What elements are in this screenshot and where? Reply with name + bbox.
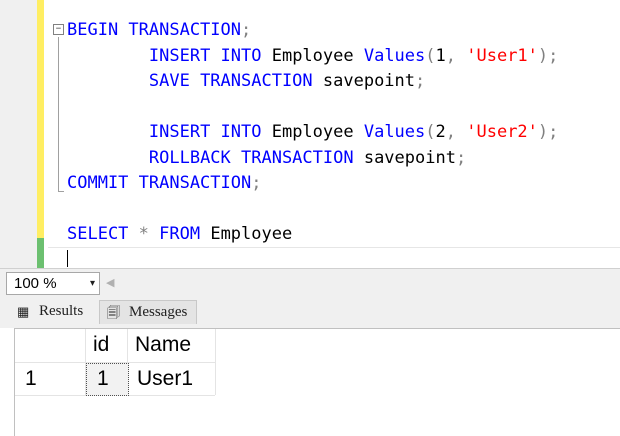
sql-punctuation: ; bbox=[415, 71, 426, 91]
change-tracking-bar bbox=[37, 0, 47, 268]
tab-messages[interactable]: 🗐 Messages bbox=[99, 300, 197, 324]
sql-string: 'User1' bbox=[466, 46, 538, 66]
change-bar-unsaved bbox=[37, 0, 44, 238]
sql-punctuation: ; bbox=[241, 20, 252, 40]
sql-punctuation: ); bbox=[537, 122, 559, 142]
sql-string: 'User2' bbox=[466, 122, 538, 142]
outline-guide-line bbox=[58, 37, 59, 192]
sql-punctuation: * bbox=[128, 224, 160, 244]
sql-text: 2 bbox=[435, 122, 446, 142]
grid-icon: ▦ bbox=[17, 304, 30, 319]
code-line: SAVE TRANSACTION savepoint; bbox=[67, 71, 425, 91]
outline-guide-end bbox=[58, 191, 64, 192]
sql-keyword: COMMIT TRANSACTION bbox=[67, 173, 252, 193]
current-line-highlight bbox=[48, 247, 620, 268]
results-grid[interactable]: id Name 1 1 User1 bbox=[14, 328, 620, 436]
editor-gutter bbox=[0, 0, 37, 268]
sql-keyword: SELECT bbox=[67, 224, 129, 244]
sql-keyword: BEGIN TRANSACTION bbox=[67, 20, 241, 40]
results-tab-strip: ▦ Results 🗐 Messages bbox=[0, 296, 620, 328]
code-line: INSERT INTO Employee Values(1, 'User1'); bbox=[67, 46, 559, 66]
grid-divider bbox=[215, 329, 216, 395]
text-caret bbox=[67, 250, 68, 267]
sql-punctuation: , bbox=[445, 122, 467, 142]
chevron-down-icon[interactable]: ▾ bbox=[90, 273, 95, 294]
code-line: SELECT * FROM Employee bbox=[67, 224, 292, 244]
sql-punctuation: ; bbox=[455, 148, 467, 168]
sql-text: savepoint bbox=[353, 148, 456, 168]
sql-text: Employee bbox=[261, 46, 364, 66]
sql-punctuation: ; bbox=[251, 173, 262, 193]
tab-messages-label: Messages bbox=[129, 304, 188, 320]
sql-keyword: Values bbox=[363, 122, 426, 142]
sql-punctuation: ); bbox=[537, 46, 559, 66]
sql-text: Employee bbox=[261, 122, 364, 142]
sql-editor[interactable]: − BEGIN TRANSACTION; INSERT INTO Employe… bbox=[0, 0, 620, 268]
cell-name[interactable]: User1 bbox=[137, 363, 193, 395]
tab-results-label: Results bbox=[39, 303, 84, 319]
tab-results[interactable]: ▦ Results bbox=[10, 300, 98, 323]
sql-keyword: FROM bbox=[159, 224, 201, 244]
messages-icon: 🗐 bbox=[107, 305, 120, 320]
sql-punctuation: , bbox=[445, 46, 467, 66]
sql-text: Employee bbox=[200, 224, 293, 244]
code-line: INSERT INTO Employee Values(2, 'User2'); bbox=[67, 122, 559, 142]
code-line: ROLLBACK TRANSACTION savepoint; bbox=[67, 148, 466, 168]
sql-text: 1 bbox=[435, 46, 446, 66]
sql-keyword: INSERT INTO bbox=[148, 46, 262, 66]
code-line: BEGIN TRANSACTION; bbox=[67, 20, 251, 40]
sql-keyword: Values bbox=[363, 46, 426, 66]
sql-keyword: ROLLBACK TRANSACTION bbox=[148, 148, 354, 168]
code-line: COMMIT TRANSACTION; bbox=[67, 173, 261, 193]
zoom-value: 100 % bbox=[14, 275, 57, 292]
change-bar-saved bbox=[37, 238, 44, 268]
column-header-id[interactable]: id bbox=[93, 329, 109, 361]
zoom-bar: 100 % ▾ ◀ bbox=[0, 268, 620, 297]
column-header-name[interactable]: Name bbox=[135, 329, 191, 361]
scroll-left-arrow-icon[interactable]: ◀ bbox=[106, 276, 114, 289]
row-number[interactable]: 1 bbox=[25, 363, 37, 395]
collapse-toggle-icon[interactable]: − bbox=[53, 24, 64, 35]
sql-punctuation: ( bbox=[425, 46, 436, 66]
sql-keyword: INSERT INTO bbox=[148, 122, 262, 142]
sql-punctuation: ( bbox=[425, 122, 436, 142]
cell-id[interactable]: 1 bbox=[97, 363, 109, 395]
sql-text: savepoint bbox=[312, 71, 416, 91]
sql-keyword: SAVE TRANSACTION bbox=[148, 71, 313, 91]
zoom-select[interactable]: 100 % ▾ bbox=[6, 272, 100, 295]
